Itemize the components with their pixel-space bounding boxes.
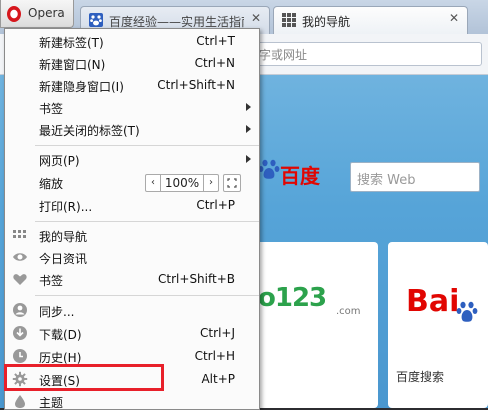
menu-item-themes[interactable]: 主题: [5, 390, 259, 409]
heart-icon: [13, 274, 27, 285]
zoom-control: ‹ 100% ›: [145, 174, 219, 192]
menu-item-label: 书签: [39, 102, 64, 116]
menu-item-recently-closed[interactable]: 最近关闭的标签(T): [5, 118, 259, 140]
tab-title: 我的导航: [302, 15, 351, 29]
settings-highlight-box: [4, 364, 164, 391]
browser-window: Opera 百度经验——实用生活指南 ✕ 我的导航 ✕ 字或网址 百度 搜索 W…: [0, 0, 488, 410]
eye-icon: [13, 253, 27, 261]
submenu-arrow-icon: [246, 125, 251, 133]
menu-item-print[interactable]: 打印(R)... Ctrl+P: [5, 194, 259, 216]
menu-item-shortcut: Ctrl+J: [200, 326, 235, 340]
menu-item-shortcut: Ctrl+P: [196, 198, 235, 212]
menu-item-label: 新建窗口(N): [39, 58, 106, 72]
menu-item-shortcut: Ctrl+T: [196, 34, 235, 48]
menu-item-bookmarks-submenu[interactable]: 书签: [5, 96, 259, 118]
menu-item-label: 网页(P): [39, 154, 80, 168]
menu-item-shortcut: Alt+P: [201, 372, 235, 386]
menu-item-downloads[interactable]: 下载(D) Ctrl+J: [5, 322, 259, 344]
menu-item-shortcut: Ctrl+N: [194, 56, 235, 70]
menu-item-shortcut: Ctrl+H: [194, 349, 235, 363]
fullscreen-button[interactable]: [223, 174, 241, 192]
baidu-tile-logo-text: Bai: [406, 284, 460, 319]
menu-item-label: 书签: [39, 274, 64, 288]
search-input[interactable]: 搜索 Web: [350, 162, 480, 192]
menu-separator: [35, 145, 259, 146]
menu-item-label: 最近关闭的标签(T): [39, 124, 140, 138]
menu-item-label: 我的导航: [39, 230, 88, 244]
menu-item-new-private-window[interactable]: 新建隐身窗口(I) Ctrl+Shift+N: [5, 74, 259, 96]
menu-item-today-news[interactable]: 今日资讯: [5, 246, 259, 268]
menu-item-new-tab[interactable]: 新建标签(T) Ctrl+T: [5, 30, 259, 52]
submenu-arrow-icon: [246, 155, 251, 163]
menu-item-my-navigation[interactable]: 我的导航: [5, 224, 259, 246]
tab-my-navigation[interactable]: 我的导航 ✕: [273, 6, 468, 34]
zoom-out-button[interactable]: ‹: [146, 175, 161, 191]
grid-icon: [13, 230, 26, 238]
close-icon[interactable]: ✕: [251, 12, 263, 24]
menu-item-bookmarks[interactable]: 书签 Ctrl+Shift+B: [5, 268, 259, 290]
download-icon: [13, 326, 27, 340]
drop-icon: [15, 395, 25, 408]
menu-item-label: 主题: [39, 396, 64, 409]
user-icon: [13, 303, 27, 317]
opera-menu-label: Opera: [28, 6, 65, 20]
submenu-arrow-icon: [246, 103, 251, 111]
menu-item-zoom: 缩放 ‹ 100% ›: [5, 171, 259, 193]
menu-item-label: 缩放: [39, 177, 64, 191]
fullscreen-icon: [227, 178, 237, 188]
menu-item-label: 新建隐身窗口(I): [39, 80, 124, 94]
menu-separator: [35, 221, 259, 222]
opera-menu-button[interactable]: Opera: [0, 0, 74, 28]
address-bar[interactable]: 字或网址: [230, 42, 482, 66]
hao123-domain: .com: [336, 306, 361, 317]
close-icon[interactable]: ✕: [449, 12, 461, 24]
address-placeholder: 字或网址: [259, 48, 308, 62]
menu-item-label: 下载(D): [39, 328, 82, 342]
baidu-paw-icon: [258, 159, 280, 179]
baidu-paw-icon: [89, 13, 103, 27]
menu-separator: [35, 295, 259, 296]
hao123-logo-text: o123: [258, 283, 327, 313]
menu-item-label: 同步...: [39, 305, 75, 319]
menu-item-new-window[interactable]: 新建窗口(N) Ctrl+N: [5, 52, 259, 74]
menu-item-shortcut: Ctrl+Shift+B: [158, 272, 235, 286]
menu-item-shortcut: Ctrl+Shift+N: [157, 78, 235, 92]
baidu-logo-text: 百度: [280, 164, 320, 188]
opera-main-menu: 新建标签(T) Ctrl+T 新建窗口(N) Ctrl+N 新建隐身窗口(I) …: [4, 28, 260, 410]
menu-item-label: 今日资讯: [39, 252, 88, 266]
opera-logo-icon: [7, 6, 21, 22]
menu-item-label: 打印(R)...: [39, 200, 93, 214]
baidu-tile-caption: 百度搜索: [396, 370, 445, 384]
clock-icon: [13, 349, 27, 363]
menu-item-label: 新建标签(T): [39, 36, 104, 50]
zoom-in-button[interactable]: ›: [203, 175, 218, 191]
menu-item-page[interactable]: 网页(P): [5, 148, 259, 170]
search-placeholder: 搜索 Web: [357, 173, 416, 188]
zoom-level: 100%: [164, 176, 200, 190]
menu-item-sync[interactable]: 同步...: [5, 299, 259, 321]
grid-icon: [282, 13, 296, 27]
baidu-paw-icon: [456, 301, 478, 322]
